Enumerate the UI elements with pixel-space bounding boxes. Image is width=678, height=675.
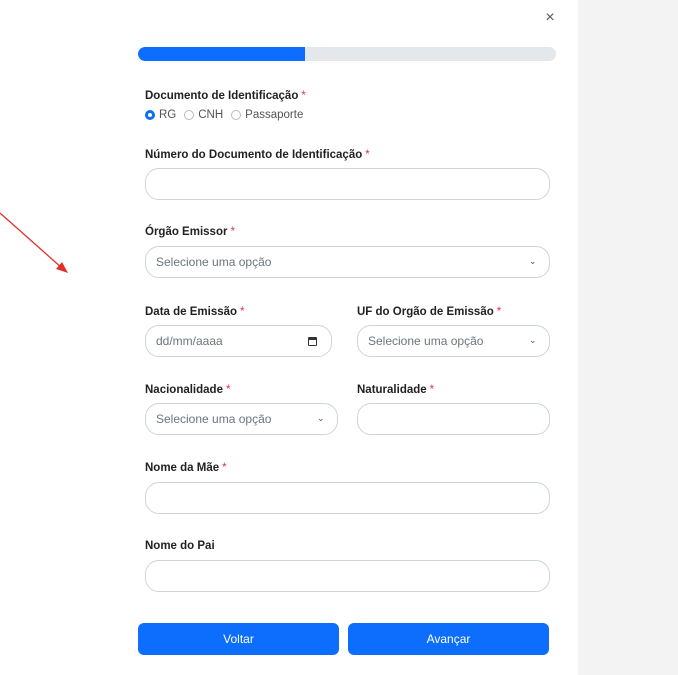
progress-bar-fill — [138, 47, 306, 61]
back-button[interactable]: Voltar — [138, 623, 339, 655]
radio-checked-icon[interactable] — [145, 110, 155, 120]
nationality-select[interactable]: Selecione uma opção ⌄ — [145, 403, 338, 435]
calendar-icon[interactable] — [308, 337, 317, 346]
father-name-label: Nome do Pai — [145, 540, 215, 552]
document-number-label: Número do Documento de Identificação * — [145, 149, 370, 161]
mother-name-label: Nome da Mãe * — [145, 462, 227, 474]
issuer-label: Órgão Emissor * — [145, 226, 235, 238]
document-type-label: Documento de Identificação * — [145, 90, 306, 102]
close-icon[interactable]: × — [540, 8, 560, 28]
progress-bar — [138, 47, 556, 61]
issue-date-input[interactable]: dd/mm/aaaa — [145, 325, 332, 357]
nationality-label: Nacionalidade * — [145, 384, 231, 396]
left-backdrop — [0, 0, 118, 675]
next-button[interactable]: Avançar — [348, 623, 549, 655]
radio-rg[interactable]: RG — [145, 109, 176, 121]
issuer-state-select[interactable]: Selecione uma opção ⌄ — [357, 325, 550, 357]
father-name-input[interactable] — [145, 560, 550, 592]
mother-name-input[interactable] — [145, 482, 550, 514]
birthplace-label: Naturalidade * — [357, 384, 435, 396]
right-backdrop — [578, 0, 678, 675]
chevron-down-icon: ⌄ — [529, 335, 537, 345]
issue-date-label: Data de Emissão * — [145, 306, 245, 318]
radio-unchecked-icon[interactable] — [184, 110, 195, 120]
birthplace-input[interactable] — [357, 403, 550, 435]
chevron-down-icon: ⌄ — [529, 256, 537, 266]
issuer-select[interactable]: Selecione uma opção ⌄ — [145, 246, 550, 278]
radio-passaporte[interactable]: Passaporte — [231, 109, 303, 121]
chevron-down-icon: ⌄ — [317, 413, 325, 423]
document-type-radio-group: RG CNH Passaporte — [145, 109, 311, 121]
radio-unchecked-icon[interactable] — [231, 110, 242, 120]
document-number-input[interactable] — [145, 168, 550, 200]
issuer-state-label: UF do Orgão de Emissão * — [357, 306, 502, 318]
radio-cnh[interactable]: CNH — [184, 109, 223, 121]
annotation-arrow-icon — [0, 212, 68, 273]
